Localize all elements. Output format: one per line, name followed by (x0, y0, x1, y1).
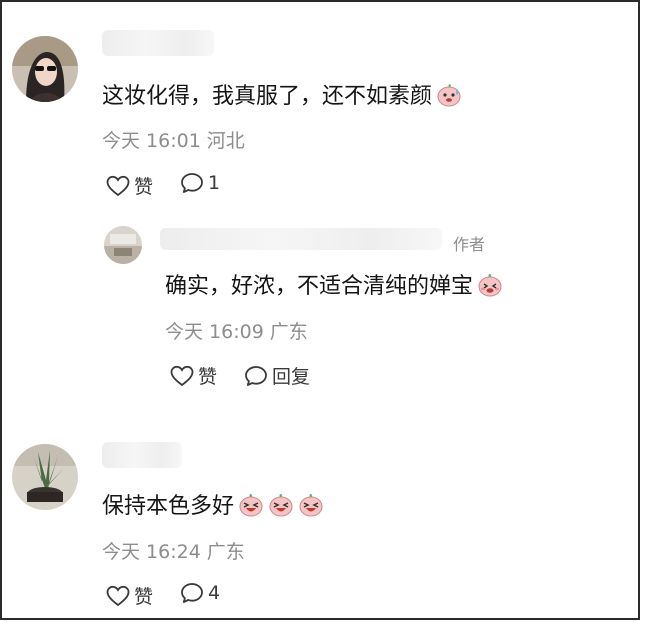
reply-count: 1 (208, 172, 221, 194)
comment-bubble-icon (245, 365, 267, 386)
comment-meta: 今天 16:01 河北 (102, 129, 251, 153)
comment-text: 保持本色多好 (102, 492, 324, 522)
comment-bubble-icon (181, 583, 203, 603)
like-label: 赞 (198, 366, 218, 388)
username-blurred[interactable] (102, 442, 182, 468)
comment-meta: 今天 16:24 广东 (102, 540, 251, 564)
location: 广东 (206, 541, 245, 563)
comment-bubble-icon (181, 173, 203, 193)
like-button[interactable]: 赞 (106, 582, 153, 609)
like-button[interactable]: 赞 (106, 172, 153, 199)
laughing-face-emoji-icon (239, 494, 263, 517)
avatar[interactable] (12, 36, 78, 102)
timestamp: 今天 16:01 (102, 130, 201, 152)
location: 河北 (206, 130, 245, 152)
like-button[interactable]: 赞 (170, 362, 217, 389)
username-blurred[interactable] (102, 30, 214, 56)
laughing-face-emoji-icon (269, 494, 293, 517)
comment-text-body: 这妆化得，我真服了，还不如素颜 (102, 84, 433, 109)
shy-face-emoji-icon (478, 274, 502, 297)
heart-icon (106, 175, 130, 196)
author-avatar[interactable] (104, 226, 142, 264)
reply-button[interactable]: 1 (180, 172, 220, 194)
author-username-blurred[interactable] (160, 228, 442, 250)
author-tag: 作者 (453, 235, 486, 254)
reply-button[interactable]: 4 (180, 582, 220, 604)
sweating-face-emoji-icon (437, 84, 461, 107)
comment-section: 这妆化得，我真服了，还不如素颜 今天 16:01 河北 赞 1 作者 确实，好浓，… (0, 0, 640, 620)
reply-button[interactable]: 回复 (244, 362, 310, 389)
timestamp: 今天 16:24 (102, 541, 201, 563)
location: 广东 (269, 321, 308, 343)
heart-icon (170, 365, 194, 386)
like-label: 赞 (134, 176, 154, 198)
reply-label: 回复 (272, 366, 311, 388)
comment-text-body: 保持本色多好 (102, 494, 235, 519)
reply-text: 确实，好浓，不适合清纯的婵宝 (165, 272, 503, 302)
reply-count: 4 (208, 582, 221, 604)
heart-icon (106, 585, 130, 606)
laughing-face-emoji-icon (299, 494, 323, 517)
like-label: 赞 (134, 586, 154, 608)
timestamp: 今天 16:09 (165, 321, 264, 343)
comment-text: 这妆化得，我真服了，还不如素颜 (102, 82, 462, 112)
reply-text-body: 确实，好浓，不适合清纯的婵宝 (165, 274, 474, 299)
avatar[interactable] (12, 444, 78, 510)
reply-meta: 今天 16:09 广东 (165, 320, 314, 344)
